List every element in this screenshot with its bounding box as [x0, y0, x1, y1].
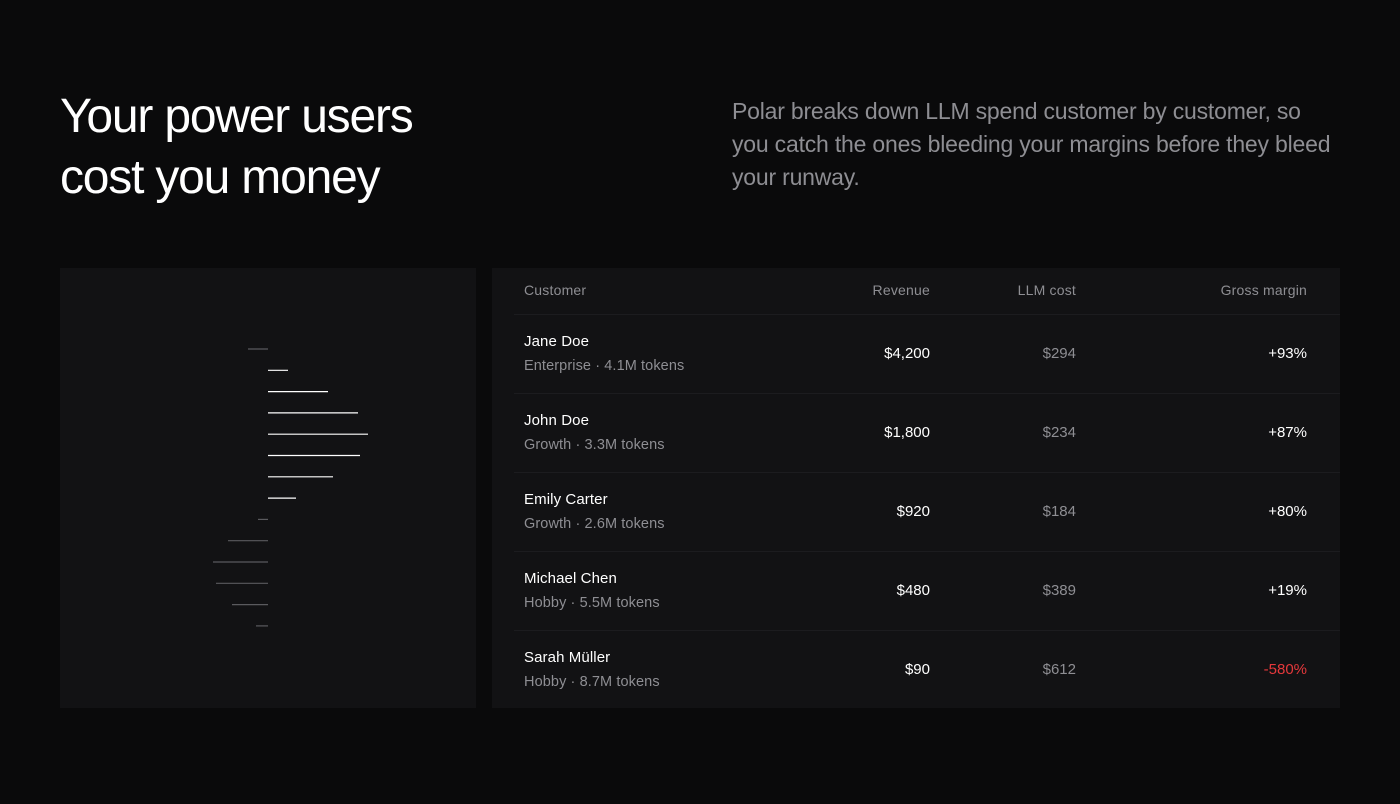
gross-margin-value: +80%: [1268, 503, 1307, 520]
revenue-value: $920: [896, 503, 930, 520]
customer-plan: Hobby · 8.7M tokens: [524, 674, 660, 690]
customer-name: Sarah Müller: [524, 649, 611, 666]
customer-plan: Enterprise · 4.1M tokens: [524, 358, 685, 374]
header-gross-margin[interactable]: Gross margin: [1221, 282, 1307, 298]
llm-cost-value: $389: [1042, 582, 1076, 599]
table-header: Customer Revenue LLM cost Gross margin: [492, 268, 1340, 314]
headline: Your power users cost you money: [60, 86, 580, 208]
page: Your power users cost you money Polar br…: [0, 0, 1400, 804]
gross-margin-value: +87%: [1268, 424, 1307, 441]
gross-margin-value: +93%: [1268, 345, 1307, 362]
table-row[interactable]: Emily Carter Growth · 2.6M tokens $920 $…: [492, 472, 1340, 551]
customer-plan: Hobby · 5.5M tokens: [524, 595, 660, 611]
headline-line-2: cost you money: [60, 151, 381, 204]
revenue-value: $4,200: [884, 345, 930, 362]
customer-table: Customer Revenue LLM cost Gross margin J…: [492, 268, 1340, 708]
customer-name: Michael Chen: [524, 570, 617, 587]
table-row[interactable]: Jane Doe Enterprise · 4.1M tokens $4,200…: [492, 314, 1340, 393]
revenue-value: $480: [896, 582, 930, 599]
llm-cost-value: $234: [1042, 424, 1076, 441]
gross-margin-value: +19%: [1268, 582, 1307, 599]
customer-plan: Growth · 2.6M tokens: [524, 516, 665, 532]
llm-cost-value: $294: [1042, 345, 1076, 362]
revenue-value: $1,800: [884, 424, 930, 441]
customer-name: Jane Doe: [524, 333, 590, 350]
margin-chart-card: [60, 268, 476, 708]
margin-chart: [213, 348, 368, 627]
llm-cost-value: $184: [1042, 503, 1076, 520]
header-llm-cost[interactable]: LLM cost: [1018, 282, 1076, 298]
table-row[interactable]: John Doe Growth · 3.3M tokens $1,800 $23…: [492, 393, 1340, 472]
customer-name: John Doe: [524, 412, 590, 429]
headline-line-1: Your power users: [60, 90, 414, 143]
customer-plan: Growth · 3.3M tokens: [524, 437, 665, 453]
header-customer[interactable]: Customer: [524, 282, 586, 298]
table-row[interactable]: Sarah Müller Hobby · 8.7M tokens $90 $61…: [492, 630, 1340, 709]
header-revenue[interactable]: Revenue: [873, 282, 930, 298]
gross-margin-value: -580%: [1263, 661, 1307, 678]
llm-cost-value: $612: [1042, 661, 1076, 678]
revenue-value: $90: [904, 661, 930, 678]
description: Polar breaks down LLM spend customer by …: [732, 98, 1331, 190]
customer-name: Emily Carter: [524, 491, 608, 508]
table-row[interactable]: Michael Chen Hobby · 5.5M tokens $480 $3…: [492, 551, 1340, 630]
